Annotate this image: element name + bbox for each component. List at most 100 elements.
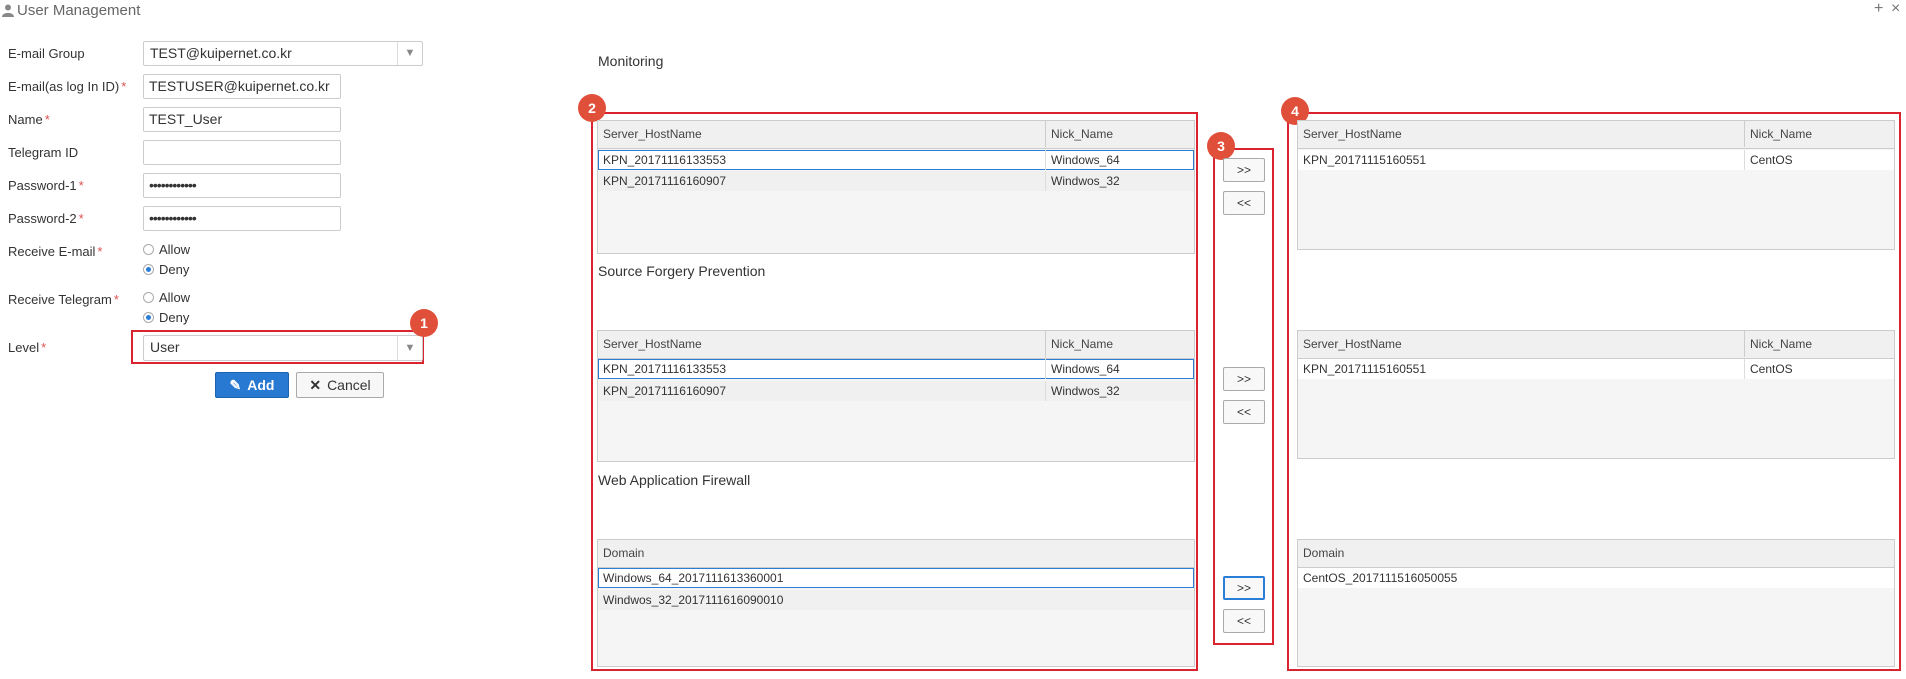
password2-label: Password-2 * (8, 211, 84, 226)
monitoring-available-grid: Server_HostName Nick_Name KPN_2017111613… (597, 120, 1195, 254)
column-header: Nick_Name (1744, 331, 1894, 357)
table-cell: KPN_20171115160551 (1303, 362, 1426, 376)
receive-telegram-label: Receive Telegram * (8, 292, 119, 307)
callout-badge-1: 1 (410, 309, 438, 337)
close-icon: ✕ (309, 376, 322, 393)
receive-email-deny-radio[interactable]: Deny (143, 262, 189, 277)
table-row[interactable]: Windwos_32_2017111616090010 (598, 590, 1194, 610)
table-row[interactable]: KPN_20171116133553 Windows_64 (598, 359, 1194, 379)
column-header: Nick_Name (1045, 331, 1194, 357)
receive-email-allow-radio[interactable]: Allow (143, 242, 190, 257)
table-cell: Windows_64 (1045, 150, 1120, 170)
column-header: Domain (1303, 546, 1345, 560)
email-group-label: E-mail Group (8, 46, 85, 61)
table-cell: Windows_64_2017111613360001 (603, 571, 784, 585)
radio-selected-icon (143, 312, 154, 323)
password1-field[interactable]: •••••••••••• (143, 173, 341, 198)
receive-telegram-deny-radio[interactable]: Deny (143, 310, 189, 325)
grid-header: Server_HostName Nick_Name (598, 121, 1194, 149)
column-header: Server_HostName (1303, 127, 1402, 141)
window-title: User Management (2, 2, 140, 19)
add-button[interactable]: ✎ Add (215, 372, 289, 398)
waf-assigned-grid: Domain CentOS_2017111516050055 (1297, 539, 1895, 667)
chevron-down-icon: ▼ (397, 336, 422, 360)
table-cell: KPN_20171116133553 (603, 153, 726, 167)
section-title-monitoring: Monitoring (598, 53, 664, 69)
column-header: Server_HostName (603, 127, 702, 141)
email-group-value: TEST@kuipernet.co.kr (150, 45, 292, 61)
move-left-button[interactable]: << (1223, 609, 1265, 633)
radio-label: Allow (159, 242, 191, 257)
grid-header: Server_HostName Nick_Name (598, 331, 1194, 359)
password2-field[interactable]: •••••••••••• (143, 206, 341, 231)
cancel-button-label: Cancel (327, 377, 371, 393)
table-row[interactable]: KPN_20171116160907 Windwos_32 (598, 381, 1194, 401)
section-title-waf: Web Application Firewall (598, 472, 751, 488)
grid-header: Domain (598, 540, 1194, 568)
column-header: Domain (603, 546, 645, 560)
table-cell: KPN_20171116133553 (603, 362, 726, 376)
table-cell: CentOS (1744, 359, 1793, 379)
column-header: Nick_Name (1744, 121, 1894, 147)
table-cell: CentOS (1744, 150, 1793, 170)
telegram-id-field[interactable] (143, 140, 341, 165)
radio-label: Deny (159, 310, 190, 325)
move-left-button[interactable]: << (1223, 191, 1265, 215)
email-group-select[interactable]: TEST@kuipernet.co.kr ▼ (143, 41, 423, 66)
add-button-label: Add (247, 377, 275, 393)
window-title-text: User Management (17, 2, 141, 19)
level-value: User (150, 339, 180, 355)
column-header: Server_HostName (1303, 337, 1402, 351)
waf-available-grid: Domain Windows_64_2017111613360001 Windw… (597, 539, 1195, 667)
column-header: Nick_Name (1045, 121, 1194, 147)
table-row[interactable]: KPN_20171116160907 Windwos_32 (598, 171, 1194, 191)
cancel-button[interactable]: ✕ Cancel (296, 372, 384, 398)
table-cell: CentOS_2017111516050055 (1303, 571, 1458, 585)
source-forgery-assigned-grid: Server_HostName Nick_Name KPN_2017111516… (1297, 330, 1895, 459)
radio-label: Allow (159, 290, 191, 305)
telegram-label: Telegram ID (8, 145, 79, 160)
table-cell: Windwos_32 (1045, 171, 1120, 191)
name-field[interactable]: TEST_User (143, 107, 341, 132)
close-icon[interactable]: × (1891, 0, 1900, 18)
level-select[interactable]: User ▼ (143, 335, 423, 361)
table-row[interactable]: KPN_20171116133553 Windows_64 (598, 150, 1194, 170)
password1-label: Password-1 * (8, 178, 84, 193)
table-cell: KPN_20171116160907 (603, 384, 726, 398)
radio-label: Deny (159, 262, 190, 277)
table-row[interactable]: KPN_20171115160551 CentOS (1298, 150, 1894, 170)
table-cell: KPN_20171115160551 (1303, 153, 1426, 167)
edit-icon: ✎ (229, 376, 242, 393)
monitoring-assigned-grid: Server_HostName Nick_Name KPN_2017111516… (1297, 120, 1895, 250)
email-field[interactable]: TESTUSER@kuipernet.co.kr (143, 74, 341, 99)
table-row[interactable]: Windows_64_2017111613360001 (598, 568, 1194, 588)
email-label: E-mail(as log In ID) * (8, 79, 127, 94)
radio-unselected-icon (143, 244, 154, 255)
move-left-button[interactable]: << (1223, 400, 1265, 424)
radio-unselected-icon (143, 292, 154, 303)
radio-selected-icon (143, 264, 154, 275)
receive-email-label: Receive E-mail * (8, 244, 103, 259)
move-right-button[interactable]: >> (1223, 158, 1265, 182)
grid-header: Domain (1298, 540, 1894, 568)
callout-badge-2: 2 (578, 94, 606, 122)
table-cell: Windwos_32 (1045, 381, 1120, 401)
move-buttons-highlight-box (1213, 148, 1274, 645)
receive-telegram-allow-radio[interactable]: Allow (143, 290, 190, 305)
level-label: Level * (8, 340, 47, 355)
grid-header: Server_HostName Nick_Name (1298, 121, 1894, 149)
section-title-source-forgery: Source Forgery Prevention (598, 263, 766, 279)
add-window-icon[interactable]: + (1874, 0, 1883, 18)
table-row[interactable]: CentOS_2017111516050055 (1298, 568, 1894, 588)
source-forgery-available-grid: Server_HostName Nick_Name KPN_2017111613… (597, 330, 1195, 462)
table-cell: Windows_64 (1045, 359, 1120, 379)
column-header: Server_HostName (603, 337, 702, 351)
table-row[interactable]: KPN_20171115160551 CentOS (1298, 359, 1894, 379)
chevron-down-icon: ▼ (397, 42, 422, 65)
table-cell: KPN_20171116160907 (603, 174, 726, 188)
move-right-button[interactable]: >> (1223, 576, 1265, 600)
name-label: Name * (8, 112, 50, 127)
table-cell: Windwos_32_2017111616090010 (603, 593, 784, 607)
move-right-button[interactable]: >> (1223, 367, 1265, 391)
grid-header: Server_HostName Nick_Name (1298, 331, 1894, 359)
